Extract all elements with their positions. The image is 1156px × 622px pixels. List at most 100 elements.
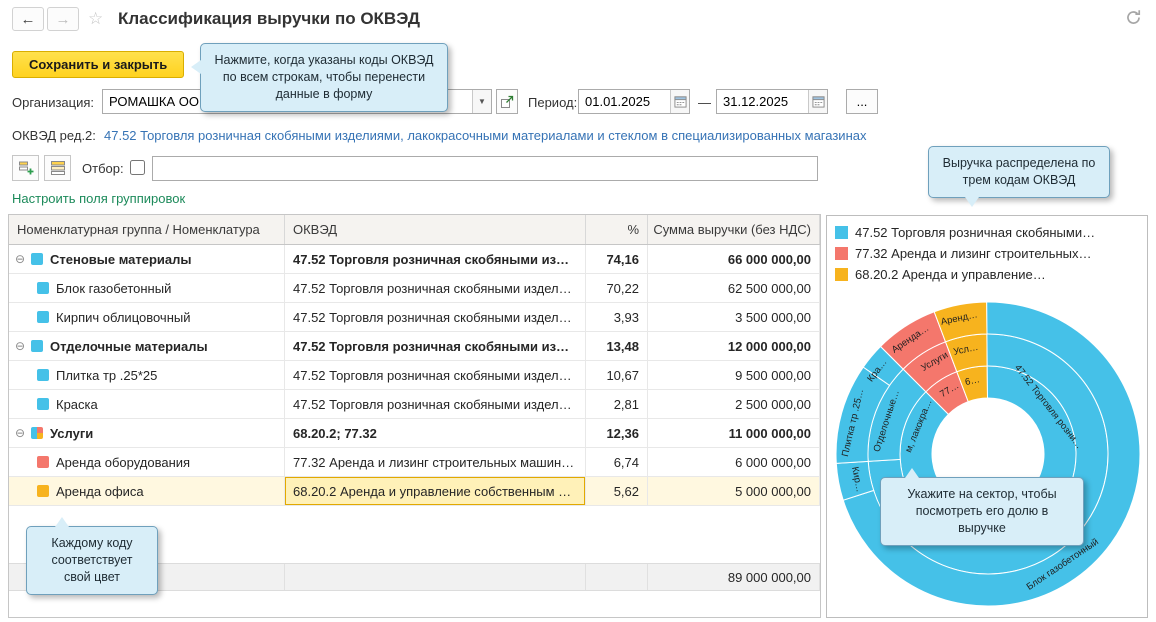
- cell-nomenclature[interactable]: Краска: [9, 390, 285, 418]
- cell-sum[interactable]: 11 000 000,00: [648, 419, 820, 447]
- nomenclature-label: Кирпич облицовочный: [56, 309, 191, 325]
- period-to-input[interactable]: [717, 90, 808, 113]
- calendar-icon[interactable]: [808, 90, 827, 113]
- table-row[interactable]: Блок газобетонный 47.52 Торговля рознична…: [9, 274, 820, 303]
- save-hint-text: Нажмите, когда указаны коды ОКВЭД по все…: [214, 53, 434, 101]
- cell-percent[interactable]: 13,48: [586, 332, 648, 360]
- cell-nomenclature[interactable]: Блок газобетонный: [9, 274, 285, 302]
- cell-percent[interactable]: 3,93: [586, 303, 648, 331]
- cell-nomenclature[interactable]: ⊖ Услуги: [9, 419, 285, 447]
- revenue-sunburst-chart[interactable]: Аренда…Аренд…Услуги Усл…77… 6… 47.52 Торгов…: [827, 286, 1149, 617]
- open-form-icon: [501, 95, 514, 108]
- cell-percent[interactable]: 70,22: [586, 274, 648, 302]
- callout-tail: [55, 517, 69, 527]
- cell-sum[interactable]: 3 500 000,00: [648, 303, 820, 331]
- chart-hint-text: Укажите на сектор, чтобы посмотреть его …: [907, 487, 1057, 535]
- color-marker: [37, 456, 49, 468]
- cell-nomenclature[interactable]: Плитка тр .25*25: [9, 361, 285, 389]
- column-header-okved[interactable]: ОКВЭД: [285, 215, 586, 244]
- cell-sum[interactable]: 9 500 000,00: [648, 361, 820, 389]
- nomenclature-label: Отделочные материалы: [50, 338, 208, 354]
- table-row[interactable]: Краска 47.52 Торговля розничная скобяными…: [9, 390, 820, 419]
- nomenclature-label: Услуги: [50, 425, 94, 441]
- cell-okved[interactable]: 47.52 Торговля розничная скобяными из…: [285, 332, 586, 360]
- table-row[interactable]: ⊖ Отделочные материалы 47.52 Торговля розн…: [9, 332, 820, 361]
- table-row[interactable]: ⊖ Услуги 68.20.2; 77.32 12,36 11 000 000,00: [9, 419, 820, 448]
- cell-sum[interactable]: 5 000 000,00: [648, 477, 820, 505]
- calendar-icon[interactable]: [670, 90, 689, 113]
- okved-link[interactable]: 47.52 Торговля розничная скобяными издел…: [104, 128, 866, 143]
- cell-percent[interactable]: 5,62: [586, 477, 648, 505]
- cell-sum[interactable]: 62 500 000,00: [648, 274, 820, 302]
- cell-okved[interactable]: 47.52 Торговля розничная скобяными издел…: [285, 303, 586, 331]
- legend-item[interactable]: 77.32 Аренда и лизинг строительных…: [835, 243, 1143, 264]
- table-bottom-area: [9, 591, 820, 617]
- cell-sum[interactable]: 2 500 000,00: [648, 390, 820, 418]
- cell-percent[interactable]: 2,81: [586, 390, 648, 418]
- table-row[interactable]: ⊖ Стеновые материалы 47.52 Торговля рознич…: [9, 245, 820, 274]
- grouping-list-icon-button[interactable]: [44, 155, 71, 181]
- cell-sum[interactable]: 6 000 000,00: [648, 448, 820, 476]
- cell-percent[interactable]: 12,36: [586, 419, 648, 447]
- back-button[interactable]: ←: [12, 7, 44, 31]
- nomenclature-label: Блок газобетонный: [56, 280, 172, 296]
- filter-label: Отбор:: [82, 161, 124, 176]
- cell-nomenclature[interactable]: ⊖ Отделочные материалы: [9, 332, 285, 360]
- color-hint-text: Каждому коду соответствует свой цвет: [51, 536, 133, 584]
- cell-okved[interactable]: 47.52 Торговля розничная скобяными издел…: [285, 274, 586, 302]
- callout-tail: [905, 468, 919, 478]
- legend-color-swatch: [835, 226, 848, 239]
- cell-okved[interactable]: 47.52 Торговля розничная скобяными издел…: [285, 390, 586, 418]
- favorite-star-icon[interactable]: ☆: [88, 9, 103, 29]
- color-marker: [37, 282, 49, 294]
- cell-percent[interactable]: 6,74: [586, 448, 648, 476]
- cell-okved[interactable]: 77.32 Аренда и лизинг строительных машин…: [285, 448, 586, 476]
- filter-checkbox[interactable]: [130, 160, 145, 175]
- legend-item[interactable]: 47.52 Торговля розничная скобяными…: [835, 222, 1143, 243]
- collapse-icon[interactable]: ⊖: [15, 252, 31, 266]
- save-and-close-button[interactable]: Сохранить и закрыть: [12, 51, 185, 78]
- column-header-nomenclature[interactable]: Номенклатурная группа / Номенклатура: [9, 215, 285, 244]
- filter-input[interactable]: [152, 156, 818, 181]
- collapse-icon[interactable]: ⊖: [15, 426, 31, 440]
- color-marker: [37, 485, 49, 497]
- cell-percent[interactable]: 10,67: [586, 361, 648, 389]
- nomenclature-label: Краска: [56, 396, 98, 412]
- cell-nomenclature[interactable]: Аренда оборудования: [9, 448, 285, 476]
- cell-okved[interactable]: 68.20.2 Аренда и управление собственным …: [285, 477, 586, 505]
- cell-sum[interactable]: 66 000 000,00: [648, 245, 820, 273]
- column-header-sum[interactable]: Сумма выручки (без НДС): [648, 215, 820, 244]
- period-to-field[interactable]: [716, 89, 828, 114]
- configure-grouping-fields-link[interactable]: Настроить поля группировок: [12, 191, 185, 206]
- legend-item[interactable]: 68.20.2 Аренда и управление…: [835, 264, 1143, 285]
- cell-nomenclature[interactable]: Кирпич облицовочный: [9, 303, 285, 331]
- nomenclature-label: Аренда офиса: [56, 483, 144, 499]
- cell-okved[interactable]: 47.52 Торговля розничная скобяными издел…: [285, 361, 586, 389]
- column-header-percent[interactable]: %: [586, 215, 648, 244]
- table-row[interactable]: Аренда офиса 68.20.2 Аренда и управление …: [9, 477, 820, 506]
- table-header: Номенклатурная группа / Номенклатура ОКВ…: [9, 215, 820, 245]
- cell-okved[interactable]: 47.52 Торговля розничная скобяными из…: [285, 245, 586, 273]
- open-organization-button[interactable]: [496, 89, 518, 114]
- refresh-icon[interactable]: [1125, 9, 1142, 29]
- organization-label: Организация:: [12, 95, 95, 110]
- cell-sum[interactable]: 12 000 000,00: [648, 332, 820, 360]
- grouping-add-icon: [18, 161, 33, 175]
- forward-button[interactable]: →: [47, 7, 79, 31]
- organization-dropdown-button[interactable]: ▼: [472, 90, 491, 113]
- color-marker: [31, 340, 43, 352]
- cell-okved[interactable]: 68.20.2; 77.32: [285, 419, 586, 447]
- color-hint-callout: Каждому коду соответствует свой цвет: [26, 517, 158, 595]
- collapse-icon[interactable]: ⊖: [15, 339, 31, 353]
- period-from-input[interactable]: [579, 90, 670, 113]
- table-row[interactable]: Кирпич облицовочный 47.52 Торговля рознич…: [9, 303, 820, 332]
- period-from-field[interactable]: [578, 89, 690, 114]
- cell-nomenclature[interactable]: ⊖ Стеновые материалы: [9, 245, 285, 273]
- grouping-add-icon-button[interactable]: [12, 155, 39, 181]
- period-more-button[interactable]: ...: [846, 89, 878, 114]
- cell-percent[interactable]: 74,16: [586, 245, 648, 273]
- cell-nomenclature[interactable]: Аренда офиса: [9, 477, 285, 505]
- table-row[interactable]: Аренда оборудования 77.32 Аренда и лизинг…: [9, 448, 820, 477]
- table-row[interactable]: Плитка тр .25*25 47.52 Торговля розничная…: [9, 361, 820, 390]
- legend-hint-text: Выручка распределена по трем кодам ОКВЭД: [942, 156, 1096, 187]
